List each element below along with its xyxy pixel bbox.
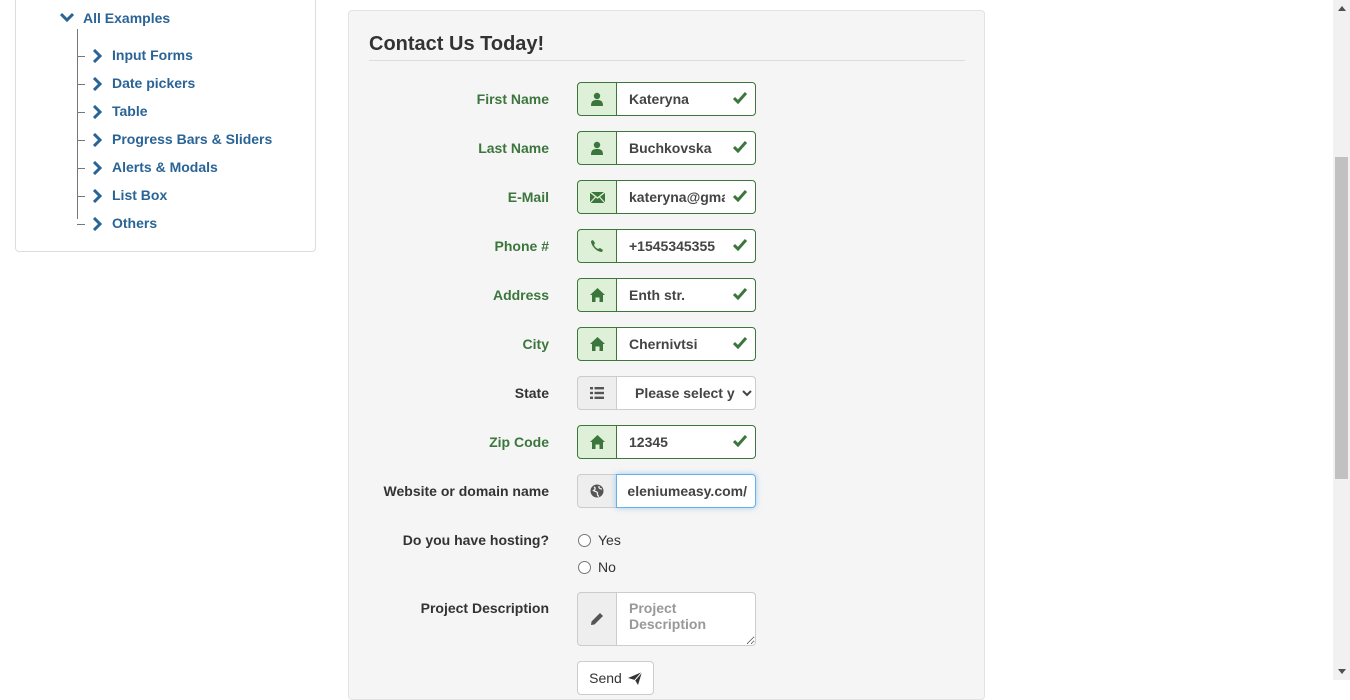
tree-branch-line [77, 140, 85, 141]
pencil-icon [577, 592, 617, 646]
hosting-label: Do you have hosting? [402, 532, 549, 548]
city-group [577, 327, 756, 361]
tree-branch-line [77, 196, 85, 197]
website-group [577, 474, 756, 508]
form-title: Contact Us Today! [369, 33, 545, 55]
city-label: City [522, 336, 549, 352]
sidebar-item-label: Alerts & Modals [112, 159, 218, 175]
sidebar-item-others[interactable]: Others [77, 214, 317, 234]
tree-branch-line [77, 84, 85, 85]
state-group: Please select your state [577, 376, 756, 410]
hosting-no-option[interactable]: No [578, 557, 616, 577]
home-icon [577, 425, 617, 459]
tree-root-label: All Examples [83, 10, 171, 26]
address-group [577, 278, 756, 312]
phone-row: Phone # [349, 229, 986, 263]
state-select[interactable]: Please select your state [616, 376, 756, 410]
tree-branch-line [77, 224, 85, 225]
scroll-up-arrow-icon[interactable] [1333, 0, 1350, 17]
description-row: Project Description [349, 592, 986, 648]
zip-group [577, 425, 756, 459]
sidebar-item-label: Progress Bars & Sliders [112, 131, 273, 147]
checkmark-icon [733, 435, 747, 447]
sidebar-item-label: List Box [112, 187, 168, 203]
sidebar-item-alerts-modals[interactable]: Alerts & Modals [77, 158, 317, 178]
contact-form-panel: Contact Us Today! First Name Last Name E… [348, 10, 985, 700]
sidebar-item-date-pickers[interactable]: Date pickers [77, 74, 317, 94]
send-button[interactable]: Send [577, 661, 654, 695]
phone-label: Phone # [494, 238, 549, 254]
tree-branch-line [77, 112, 85, 113]
checkmark-icon [733, 239, 747, 251]
send-label: Send [589, 670, 622, 686]
phone-group [577, 229, 756, 263]
state-label: State [514, 385, 549, 401]
chevron-down-icon [60, 12, 74, 23]
chevron-right-icon [92, 161, 102, 175]
first-name-label: First Name [476, 91, 549, 107]
chevron-right-icon [92, 77, 102, 91]
sidebar-item-list-box[interactable]: List Box [77, 186, 317, 206]
address-label: Address [492, 287, 549, 303]
chevron-right-icon [92, 217, 102, 231]
chevron-right-icon [92, 189, 102, 203]
zip-row: Zip Code [349, 425, 986, 459]
description-label: Project Description [420, 600, 549, 616]
examples-sidebar: All Examples Input Forms Date pickers Ta… [15, 0, 316, 252]
chevron-right-icon [92, 133, 102, 147]
state-row: State Please select your state [349, 376, 986, 410]
sidebar-item-label: Table [112, 103, 148, 119]
sidebar-item-label: Input Forms [112, 47, 193, 63]
checkmark-icon [733, 337, 747, 349]
phone-icon [577, 229, 617, 263]
sidebar-item-label: Date pickers [112, 75, 196, 91]
hosting-row: Do you have hosting? [349, 523, 986, 557]
website-row: Website or domain name [349, 474, 986, 508]
city-row: City [349, 327, 986, 361]
title-divider [369, 60, 965, 61]
description-group [577, 592, 756, 646]
zip-label: Zip Code [489, 434, 549, 450]
checkmark-icon [733, 288, 747, 300]
chevron-right-icon [92, 105, 102, 119]
sidebar-item-label: Others [112, 215, 158, 231]
page-scrollbar[interactable] [1333, 0, 1350, 680]
email-group [577, 180, 756, 214]
hosting-no-radio[interactable] [578, 560, 591, 574]
envelope-icon [577, 180, 617, 214]
hosting-yes-option[interactable]: Yes [578, 530, 621, 550]
user-icon [577, 82, 617, 116]
email-label: E-Mail [507, 189, 549, 205]
website-label: Website or domain name [383, 483, 549, 499]
checkmark-icon [733, 190, 747, 202]
scroll-down-arrow-icon[interactable] [1333, 663, 1350, 680]
home-icon [577, 278, 617, 312]
last-name-group [577, 131, 756, 165]
first-name-row: First Name [349, 82, 986, 116]
tree-branch-line [77, 168, 85, 169]
sidebar-item-table[interactable]: Table [77, 102, 317, 122]
tree-branch-line [77, 56, 85, 57]
user-icon [577, 131, 617, 165]
home-icon [577, 327, 617, 361]
last-name-label: Last Name [478, 140, 549, 156]
send-icon [627, 671, 642, 685]
last-name-row: Last Name [349, 131, 986, 165]
first-name-group [577, 82, 756, 116]
globe-icon [577, 474, 617, 508]
email-row: E-Mail [349, 180, 986, 214]
hosting-no-label: No [598, 559, 616, 575]
description-textarea[interactable] [616, 592, 756, 646]
list-icon [577, 376, 617, 410]
checkmark-icon [733, 92, 747, 104]
scrollbar-thumb[interactable] [1335, 157, 1348, 479]
sidebar-item-progress-bars[interactable]: Progress Bars & Sliders [77, 130, 317, 150]
hosting-yes-label: Yes [598, 532, 621, 548]
website-input[interactable] [616, 474, 756, 508]
sidebar-item-input-forms[interactable]: Input Forms [77, 46, 317, 66]
address-row: Address [349, 278, 986, 312]
checkmark-icon [733, 141, 747, 153]
hosting-yes-radio[interactable] [578, 533, 591, 547]
chevron-right-icon [92, 49, 102, 63]
